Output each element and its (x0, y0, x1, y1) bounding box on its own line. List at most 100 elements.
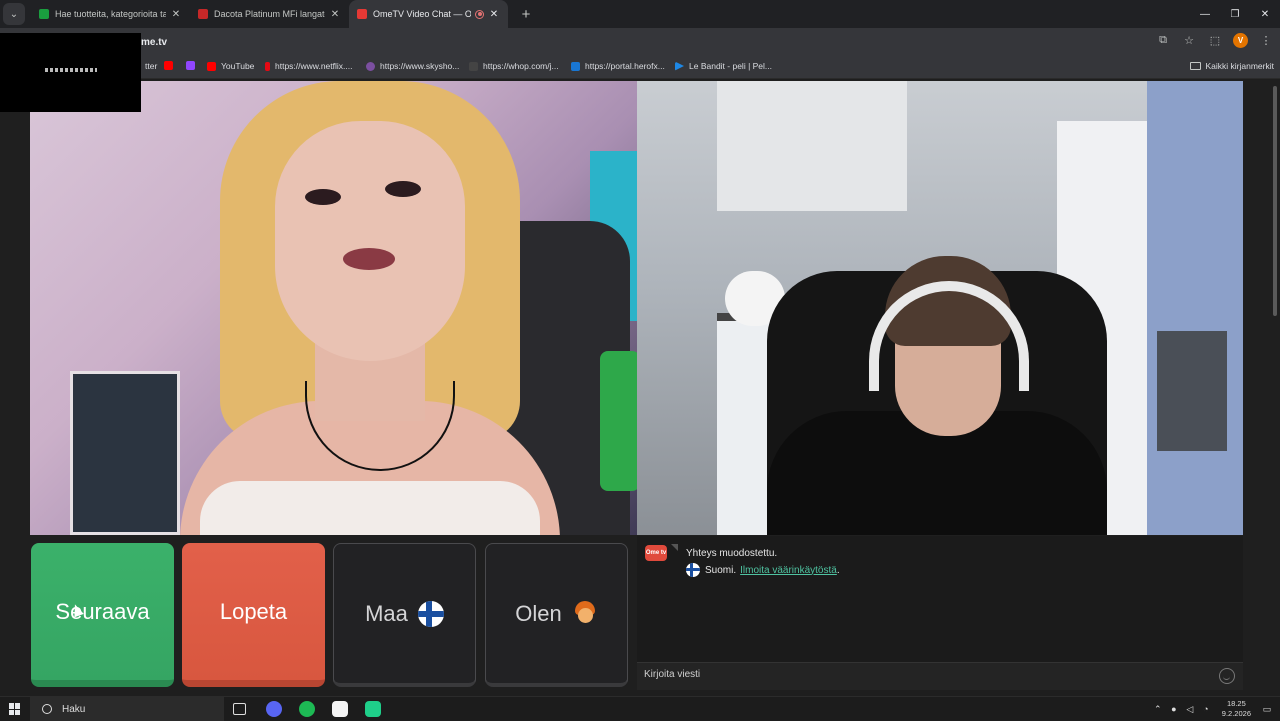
browser-menu-icon[interactable]: ⋮ (1258, 32, 1274, 48)
bookmark-item[interactable]: tter (145, 61, 157, 71)
finland-flag-icon (686, 563, 700, 577)
bookmark-label: https://portal.herofx... (585, 61, 665, 71)
tab-3-close-icon[interactable]: ✕ (488, 9, 500, 20)
tab-3-favicon-icon (357, 9, 367, 19)
tab-1-close-icon[interactable]: ✕ (170, 9, 182, 20)
chevron-up-icon[interactable]: ⌃ (1153, 704, 1163, 714)
bookmark-item[interactable] (186, 61, 200, 70)
minimize-icon[interactable]: — (1190, 0, 1220, 28)
scene-blue-room (1147, 81, 1243, 535)
tab-3-title: OmeTV Video Chat — Om... (373, 9, 471, 19)
page-scrollbar[interactable] (1273, 86, 1277, 316)
bookmark-herofx[interactable]: https://portal.herofx... (571, 61, 665, 71)
windows-taskbar: Haku ⌃ ● ◁ ◔ 18.25 9.2.2026 ▭ (0, 696, 1280, 721)
scene-table (1157, 331, 1227, 451)
scene-eye (385, 181, 421, 197)
all-bookmarks-button[interactable]: Kaikki kirjanmerkit (1189, 61, 1275, 71)
bookmark-label: https://whop.com/j... (483, 61, 559, 71)
windows-start-icon[interactable] (9, 703, 21, 715)
scene-eye (305, 189, 341, 205)
ometv-page: Seuraava Lopeta Maa Olen Ome tv Yhteys m… (0, 80, 1280, 690)
discord-icon[interactable] (266, 701, 282, 717)
youtube-icon (207, 61, 216, 71)
overlay-box (0, 33, 141, 112)
whop-icon (469, 61, 478, 71)
finland-flag-icon (417, 600, 444, 627)
maximize-icon[interactable]: ❐ (1220, 0, 1250, 28)
bookmark-star-icon[interactable]: ☆ (1181, 32, 1197, 48)
emoji-icon[interactable] (1219, 668, 1235, 684)
gender-select-button[interactable]: Olen (485, 543, 628, 687)
twitch-icon (186, 61, 195, 70)
youtube-red-icon (164, 61, 173, 70)
taskbar-clock[interactable]: 18.25 9.2.2026 (1222, 699, 1251, 719)
tab-1-favicon-icon (39, 9, 49, 19)
bookmark-label: tter (145, 61, 158, 71)
stop-button[interactable]: Lopeta (182, 543, 325, 687)
window-controls: — ❐ ✕ (1190, 0, 1280, 28)
stranger-video (30, 81, 637, 535)
tab-search-button[interactable]: ⌄ (3, 3, 25, 25)
taskbar-search[interactable]: Haku (30, 697, 224, 721)
country-filter-button[interactable]: Maa (333, 543, 476, 687)
new-tab-button[interactable]: + (514, 6, 538, 23)
network-icon[interactable]: ◔ (1201, 704, 1211, 714)
scene-lips (343, 248, 395, 270)
next-button-label: Seuraava (55, 598, 150, 624)
bookmark-label: YouTube (221, 61, 255, 71)
bookmark-lebandit[interactable]: Le Bandit - peli | Pel... (675, 61, 772, 71)
country-name: Suomi. (705, 564, 737, 576)
bookmark-label: Le Bandit - peli | Pel... (689, 61, 773, 71)
tab-2-close-icon[interactable]: ✕ (329, 9, 341, 20)
ometv-logo-icon: Ome tv (645, 545, 667, 561)
country-message: Suomi. Ilmoita väärinkäytöstä . (686, 563, 840, 577)
overlay-text-graphic (45, 68, 97, 72)
bookmark-label: https://www.netflix.... (275, 61, 353, 71)
tab-1[interactable]: Hae tuotteita, kategorioita tai a... ✕ (31, 0, 190, 28)
herofx-icon (571, 61, 580, 71)
tab-3-active[interactable]: OmeTV Video Chat — Om... ✕ (349, 0, 508, 28)
bookmark-whop[interactable]: https://whop.com/j... (469, 61, 559, 71)
report-suffix: . (836, 564, 840, 576)
microphone-icon[interactable]: ● (1169, 704, 1179, 714)
extensions-icon[interactable]: ⬚ (1207, 32, 1223, 48)
file-explorer-icon[interactable] (332, 701, 348, 717)
taskbar-search-label: Haku (62, 703, 86, 715)
recording-indicator-icon (475, 9, 484, 19)
spotify-icon[interactable] (299, 701, 315, 717)
chat-corner-icon (671, 544, 678, 551)
report-abuse-link[interactable]: Ilmoita väärinkäytöstä (740, 565, 837, 576)
stop-button-label: Lopeta (219, 598, 288, 624)
search-icon (42, 704, 52, 714)
scene-person-face (275, 121, 465, 361)
person-icon (572, 600, 598, 627)
notifications-icon[interactable]: ▭ (1262, 704, 1272, 714)
bookmark-item[interactable] (164, 61, 178, 70)
volume-icon[interactable]: ◁ (1185, 704, 1195, 714)
address-bar-url[interactable]: me.tv (141, 37, 167, 48)
chat-panel: Ome tv Yhteys muodostettu. Suomi. Ilmoit… (637, 536, 1243, 690)
app-green-icon[interactable] (365, 701, 381, 717)
browser-tab-strip: ⌄ Hae tuotteita, kategorioita tai a... ✕… (0, 0, 1280, 28)
tab-2-title: Dacota Platinum MFi langaton ... (214, 9, 325, 19)
all-bookmarks-label: Kaikki kirjanmerkit (1205, 61, 1275, 71)
scene-painting (70, 371, 180, 535)
bookmark-skyshowtime[interactable]: https://www.skysho... (366, 61, 459, 71)
chat-input-bar (637, 662, 1243, 690)
close-window-icon[interactable]: ✕ (1250, 0, 1280, 28)
bookmark-youtube[interactable]: YouTube (207, 61, 254, 71)
connected-message: Yhteys muodostettu. (686, 548, 778, 559)
bookmark-netflix[interactable]: https://www.netflix.... (265, 61, 352, 71)
next-button[interactable]: Seuraava (31, 543, 174, 687)
tab-1-title: Hae tuotteita, kategorioita tai a... (55, 9, 166, 19)
address-toolbar: me.tv ⧉ ☆ ⬚ V ⋮ (0, 28, 1280, 55)
clock-date: 9.2.2026 (1221, 709, 1251, 718)
play-icon (675, 61, 684, 71)
profile-avatar[interactable]: V (1233, 32, 1248, 48)
task-view-icon[interactable] (233, 703, 246, 715)
chat-message-input[interactable] (644, 669, 1204, 680)
clock-time: 18.25 (1227, 699, 1246, 708)
gender-button-label: Olen (515, 600, 562, 626)
install-app-icon[interactable]: ⧉ (1155, 32, 1171, 48)
tab-2[interactable]: Dacota Platinum MFi langaton ... ✕ (190, 0, 349, 28)
